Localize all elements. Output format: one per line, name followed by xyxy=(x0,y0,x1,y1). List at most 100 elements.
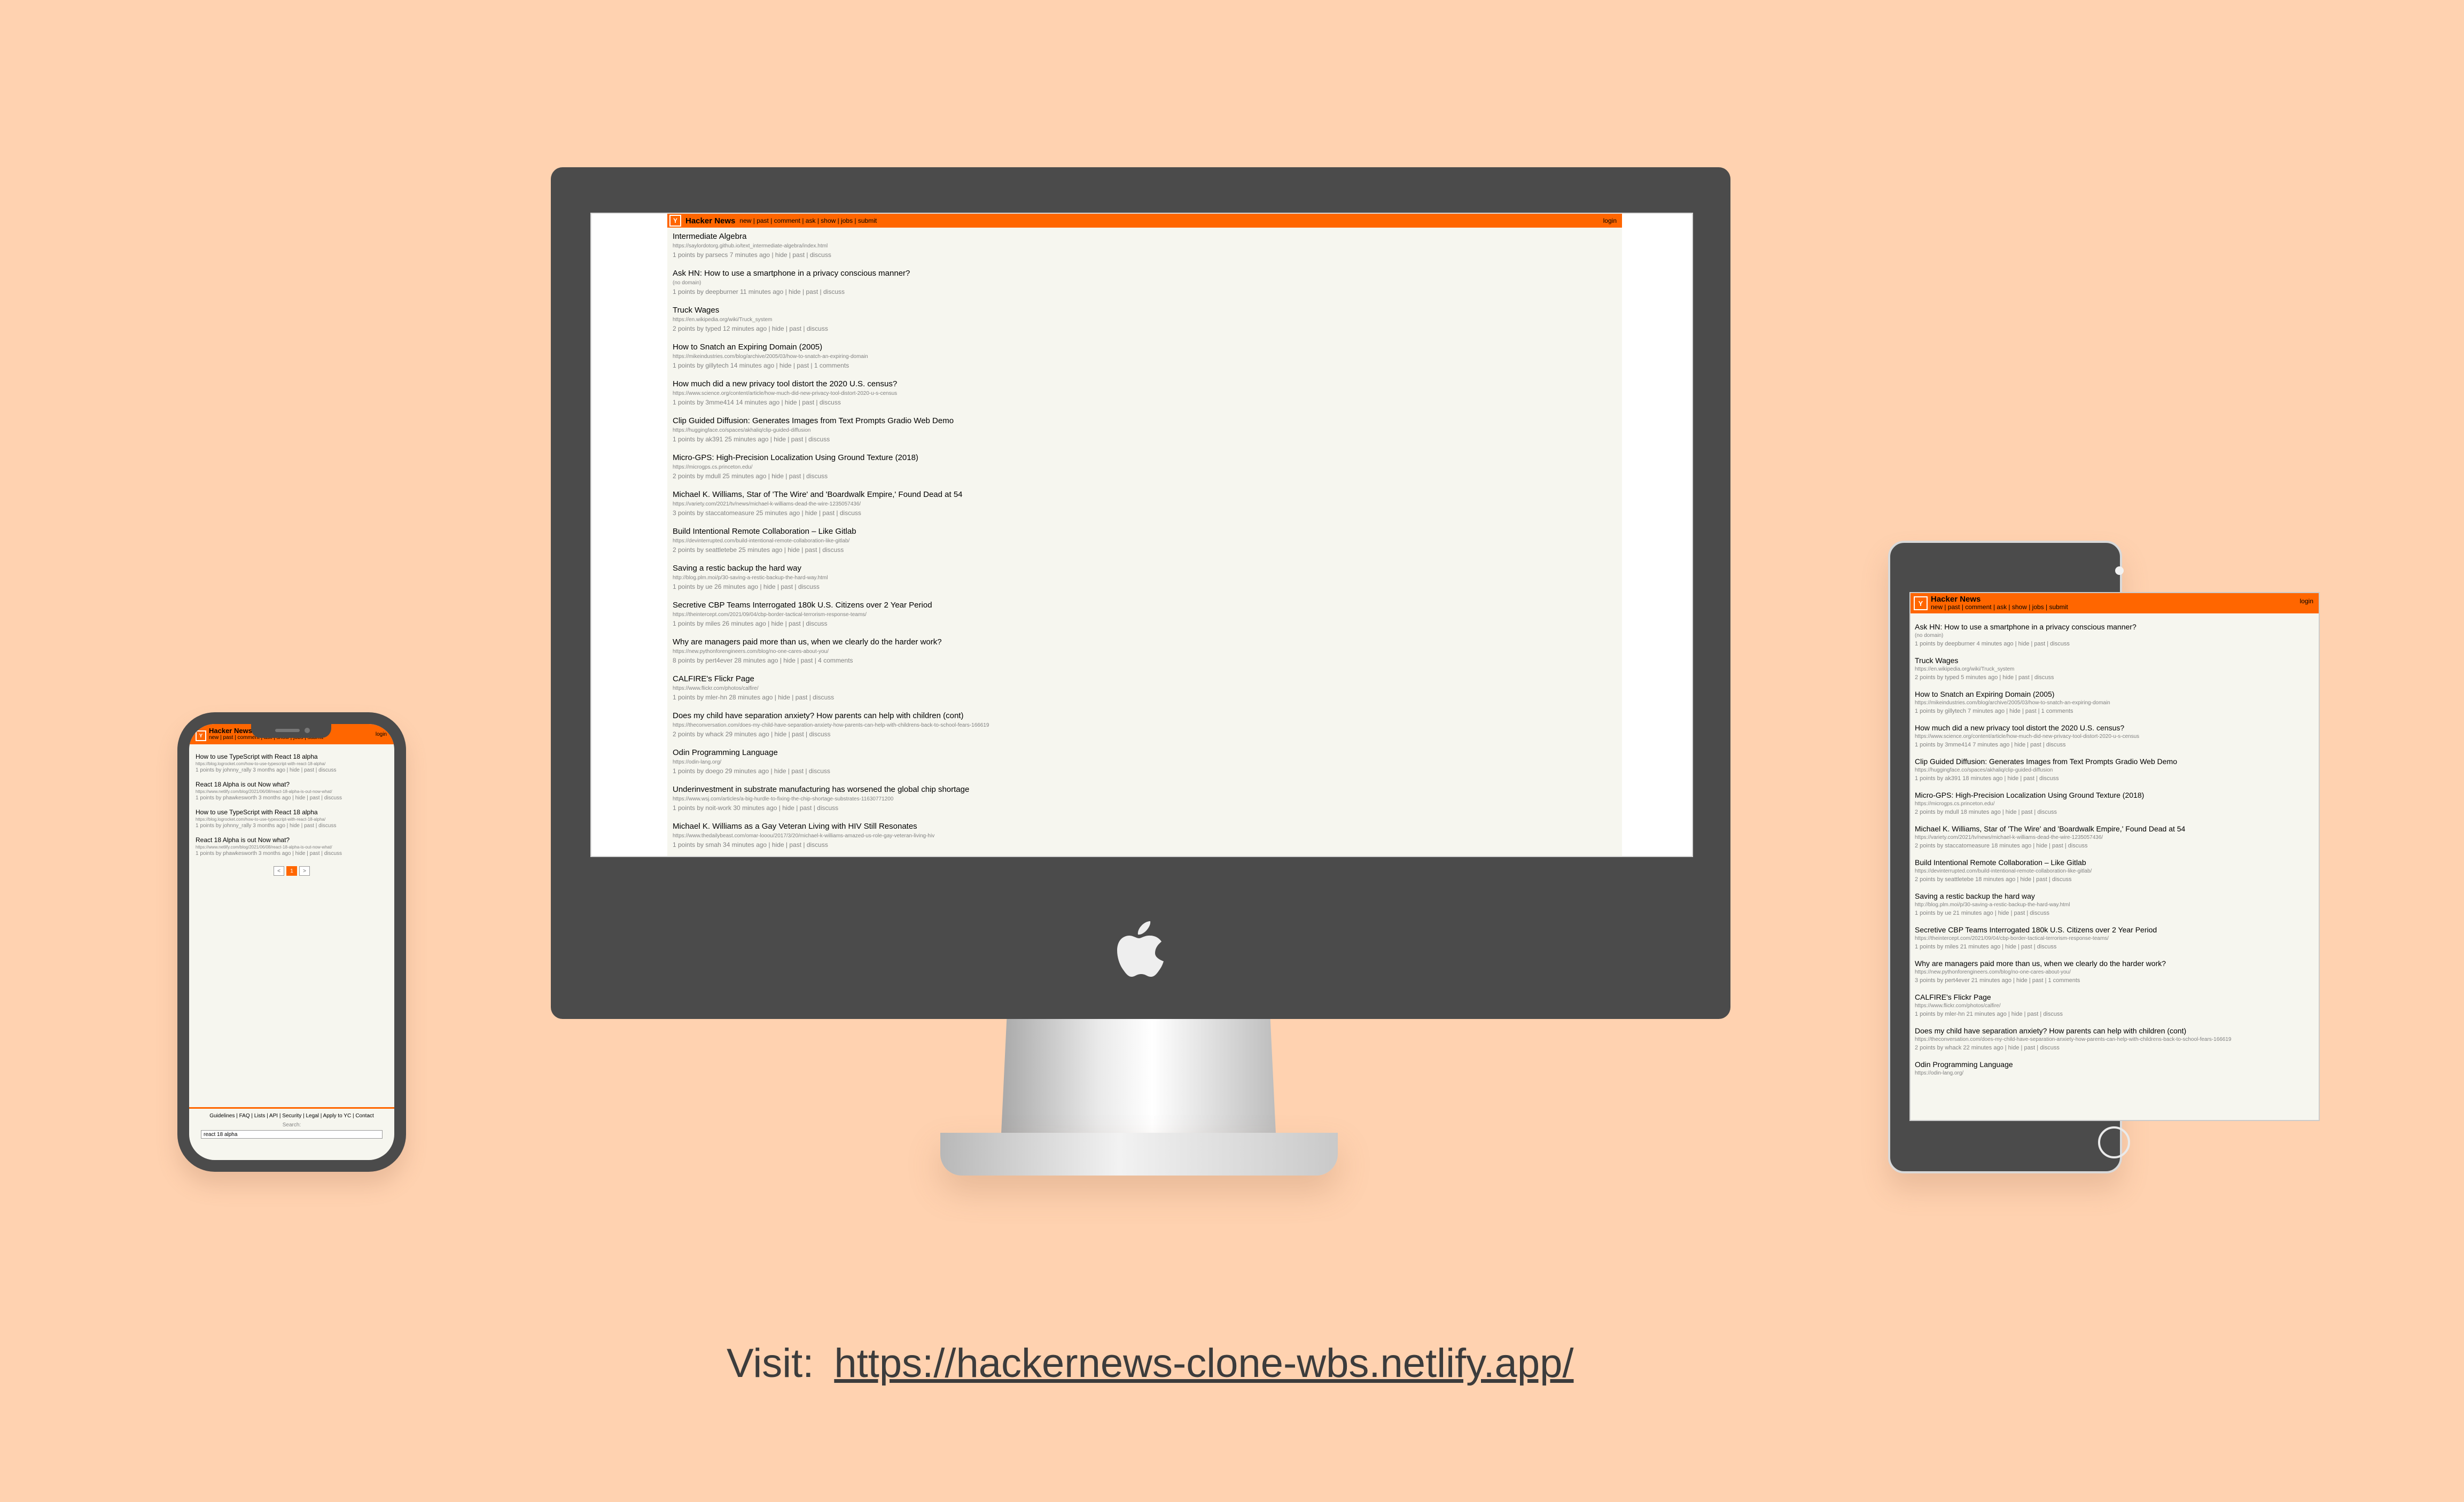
story-url: https://theconversation.com/does-my-chil… xyxy=(1915,1037,2232,1042)
story-title-link[interactable]: Micro-GPS: High-Precision Localization U… xyxy=(673,453,1622,463)
story-url: https://variety.com/2021/tv/news/michael… xyxy=(1915,835,2103,841)
story-subline[interactable]: 1 points by deepburner 11 minutes ago | … xyxy=(673,287,1622,296)
story-subline[interactable]: 1 points by phawkesworth 3 months ago | … xyxy=(196,850,390,858)
story-subline[interactable]: 1 points by smah 34 minutes ago | hide |… xyxy=(673,841,1622,849)
hn-header: Y Hacker News new | past | comment | ask… xyxy=(1911,593,2319,613)
hn-nav-links[interactable]: new | past | comment | ask | show | jobs… xyxy=(1931,603,2068,611)
story-title-link[interactable]: How much did a new privacy tool distort … xyxy=(673,379,1622,389)
hn-nav-links[interactable]: new | past | comment | ask | show | jobs… xyxy=(739,217,877,224)
story-subline[interactable]: 3 points by staccatomeasure 25 minutes a… xyxy=(673,509,1622,517)
story-subline[interactable]: 1 points by mler-hn 21 minutes ago | hid… xyxy=(1915,1010,2319,1018)
story-subline[interactable]: 1 points by johnny_rally 3 months ago | … xyxy=(196,822,390,830)
story-title-link[interactable]: Does my child have separation anxiety? H… xyxy=(1915,1026,2319,1036)
story-subline[interactable]: 1 points by miles 21 minutes ago | hide … xyxy=(1915,943,2319,951)
story-subline[interactable]: 1 points by 3mme414 7 minutes ago | hide… xyxy=(1915,741,2319,749)
story-url: https://saylordotorg.github.io/text_inte… xyxy=(673,243,828,249)
story-subline[interactable]: 1 points by deepburner 4 minutes ago | h… xyxy=(1915,640,2319,648)
story-title-link[interactable]: Truck Wages xyxy=(1915,656,2319,665)
story-subline[interactable]: 1 points by mler-hn 28 minutes ago | hid… xyxy=(673,693,1622,702)
story-item: Secretive CBP Teams Interrogated 180k U.… xyxy=(1915,925,2319,951)
story-subline[interactable]: 1 points by ue 21 minutes ago | hide | p… xyxy=(1915,909,2319,917)
story-title-link[interactable]: Saving a restic backup the hard way xyxy=(673,564,1622,573)
story-title-link[interactable]: Michael K. Williams as a Gay Veteran Liv… xyxy=(673,822,1622,831)
hn-logo-icon[interactable]: Y xyxy=(669,215,681,227)
story-url: https://blog.logrocket.com/how-to-use-ty… xyxy=(196,761,326,766)
story-title-link[interactable]: Intermediate Algebra xyxy=(673,232,1622,242)
story-title-link[interactable]: Micro-GPS: High-Precision Localization U… xyxy=(1915,790,2319,800)
story-subline[interactable]: 1 points by gillytech 14 minutes ago | h… xyxy=(673,361,1622,370)
story-item: Truck Wages https://en.wikipedia.org/wiki… xyxy=(673,306,1622,333)
footer-links[interactable]: Guidelines | FAQ | Lists | API | Securit… xyxy=(189,1113,394,1119)
tablet-camera-icon xyxy=(2115,566,2124,575)
story-title-link[interactable]: How to Snatch an Expiring Domain (2005) xyxy=(673,343,1622,352)
story-subline[interactable]: 1 points by ak391 25 minutes ago | hide … xyxy=(673,435,1622,443)
story-title-link[interactable]: React 18 Alpha is out Now what? xyxy=(196,836,390,844)
story-subline[interactable]: 2 points by seattletebe 18 minutes ago |… xyxy=(1915,875,2319,884)
story-subline[interactable]: 1 points by johnny_rally 3 months ago | … xyxy=(196,767,390,774)
story-subline[interactable]: 1 points by ue 26 minutes ago | hide | p… xyxy=(673,582,1622,591)
story-title-link[interactable]: Michael K. Williams, Star of 'The Wire' … xyxy=(673,490,1622,500)
story-title-link[interactable]: Does my child have separation anxiety? H… xyxy=(673,711,1622,721)
pager-current-page[interactable]: 1 xyxy=(286,866,297,876)
story-subline[interactable]: 1 points by 3mme414 14 minutes ago | hid… xyxy=(673,398,1622,407)
story-title-link[interactable]: Build Intentional Remote Collaboration –… xyxy=(1915,858,2319,867)
tablet-home-button[interactable] xyxy=(2098,1126,2130,1158)
pager-prev-button[interactable]: < xyxy=(274,866,284,876)
story-subline[interactable]: 2 points by whack 29 minutes ago | hide … xyxy=(673,730,1622,738)
story-url: http://blog.plm.moi/p/30-saving-a-restic… xyxy=(673,575,828,581)
story-title-link[interactable]: Underinvestment in substrate manufacturi… xyxy=(673,785,1622,795)
site-url-link[interactable]: https://hackernews-clone-wbs.netlify.app… xyxy=(834,1341,1573,1386)
pager-next-button[interactable]: > xyxy=(299,866,310,876)
story-title-link[interactable]: Why are managers paid more than us, when… xyxy=(673,637,1622,647)
footer: Guidelines | FAQ | Lists | API | Securit… xyxy=(189,1107,394,1139)
story-title-link[interactable]: Michael K. Williams, Star of 'The Wire' … xyxy=(1915,824,2319,834)
story-subline[interactable]: 1 points by phawkesworth 3 months ago | … xyxy=(196,795,390,802)
story-title-link[interactable]: Secretive CBP Teams Interrogated 180k U.… xyxy=(1915,925,2319,935)
login-link[interactable]: login xyxy=(2300,597,2313,605)
story-title-link[interactable]: CALFIRE's Flickr Page xyxy=(1915,992,2319,1002)
story-subline[interactable]: 2 points by typed 12 minutes ago | hide … xyxy=(673,324,1622,333)
story-title-link[interactable]: Truck Wages xyxy=(673,306,1622,315)
story-subline[interactable]: 3 points by pert4ever 21 minutes ago | h… xyxy=(1915,976,2319,985)
hn-brand-link[interactable]: Hacker News xyxy=(1931,595,2068,603)
story-subline[interactable]: 1 points by doego 29 minutes ago | hide … xyxy=(673,767,1622,775)
story-title-link[interactable]: How much did a new privacy tool distort … xyxy=(1915,723,2319,733)
story-title-link[interactable]: Clip Guided Diffusion: Generates Images … xyxy=(1915,757,2319,766)
story-subline[interactable]: 2 points by whack 22 minutes ago | hide … xyxy=(1915,1044,2319,1052)
story-title-link[interactable]: Odin Programming Language xyxy=(673,748,1622,758)
story-subline[interactable]: 2 points by mdull 18 minutes ago | hide … xyxy=(1915,808,2319,816)
story-subline[interactable]: 2 points by typed 5 minutes ago | hide |… xyxy=(1915,673,2319,682)
story-title-link[interactable]: Odin Programming Language xyxy=(1915,1060,2319,1069)
story-subline[interactable]: 2 points by staccatomeasure 18 minutes a… xyxy=(1915,842,2319,850)
story-title-link[interactable]: How to use TypeScript with React 18 alph… xyxy=(196,808,390,816)
story-title-link[interactable]: Build Intentional Remote Collaboration –… xyxy=(673,527,1622,536)
story-subline[interactable]: 1 points by ak391 18 minutes ago | hide … xyxy=(1915,774,2319,783)
story-title-link[interactable]: Why are managers paid more than us, when… xyxy=(1915,959,2319,968)
story-subline[interactable]: 1 points by noit-work 30 minutes ago | h… xyxy=(673,804,1622,812)
story-subline[interactable]: 8 points by pert4ever 28 minutes ago | h… xyxy=(673,656,1622,665)
login-link[interactable]: login xyxy=(376,731,387,737)
story-subline[interactable]: 2 points by mdull 25 minutes ago | hide … xyxy=(673,472,1622,480)
story-subline[interactable]: 1 points by miles 26 minutes ago | hide … xyxy=(673,619,1622,628)
hn-brand-link[interactable]: Hacker News xyxy=(685,216,735,225)
story-title-link[interactable]: Secretive CBP Teams Interrogated 180k U.… xyxy=(673,601,1622,610)
story-title-link[interactable]: Saving a restic backup the hard way xyxy=(1915,891,2319,901)
hn-logo-icon[interactable]: Y xyxy=(1914,596,1928,610)
story-title-link[interactable]: React 18 Alpha is out Now what? xyxy=(196,781,390,789)
story-title-link[interactable]: CALFIRE's Flickr Page xyxy=(673,674,1622,684)
login-link[interactable]: login xyxy=(1603,217,1617,224)
story-title-link[interactable]: Ask HN: How to use a smartphone in a pri… xyxy=(673,269,1622,278)
story-subline[interactable]: 1 points by parsecs 7 minutes ago | hide… xyxy=(673,251,1622,259)
story-url: https://devinterrupted.com/build-intenti… xyxy=(1915,868,2092,874)
story-title-link[interactable]: Clip Guided Diffusion: Generates Images … xyxy=(673,416,1622,426)
hn-logo-icon[interactable]: Y xyxy=(196,730,206,741)
story-url: https://new.pythonforengineers.com/blog/… xyxy=(673,649,829,655)
story-title-link[interactable]: Ask HN: How to use a smartphone in a pri… xyxy=(1915,622,2319,632)
story-subline[interactable]: 1 points by gillytech 7 minutes ago | hi… xyxy=(1915,707,2319,715)
search-label: Search: xyxy=(282,1122,301,1128)
story-item: Truck Wages https://en.wikipedia.org/wiki… xyxy=(1915,656,2319,682)
search-input[interactable] xyxy=(201,1130,383,1139)
story-title-link[interactable]: How to Snatch an Expiring Domain (2005) xyxy=(1915,689,2319,699)
story-title-link[interactable]: How to use TypeScript with React 18 alph… xyxy=(196,753,390,761)
story-subline[interactable]: 2 points by seattletebe 25 minutes ago |… xyxy=(673,546,1622,554)
